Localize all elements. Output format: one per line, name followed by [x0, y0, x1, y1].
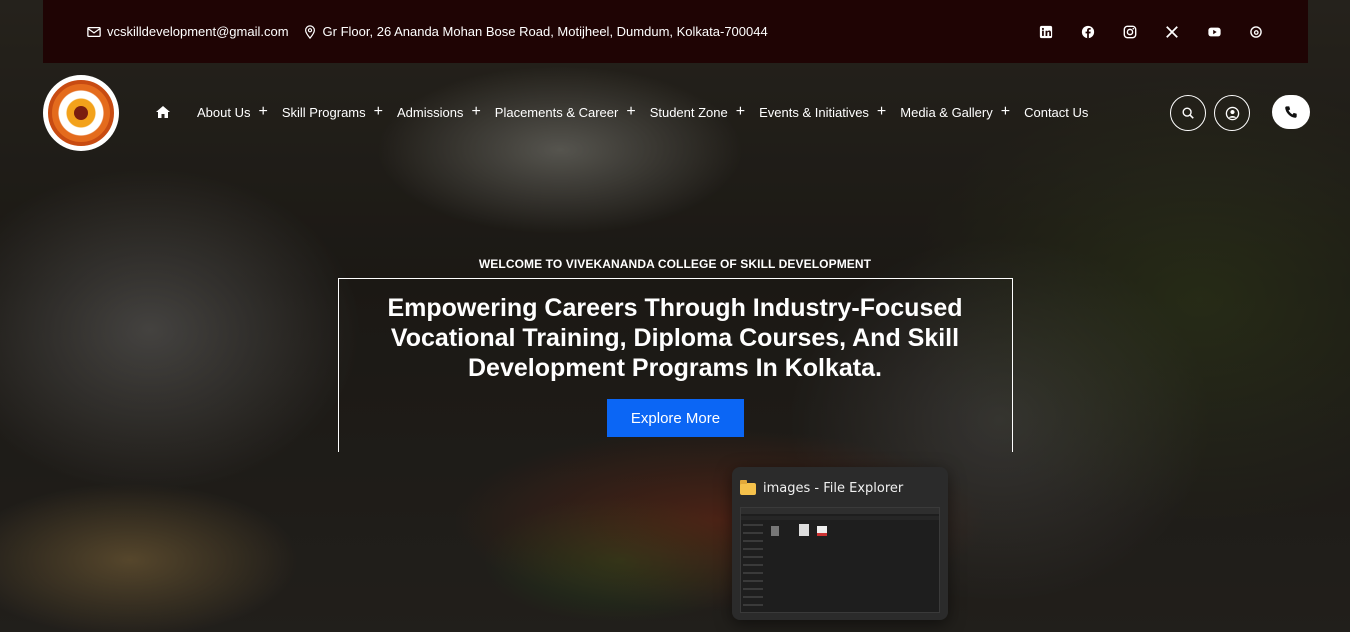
- logo-emblem: [48, 80, 114, 146]
- plus-icon: +: [373, 103, 383, 120]
- facebook-icon[interactable]: [1080, 24, 1096, 40]
- instagram-icon[interactable]: [1122, 24, 1138, 40]
- nav-label: Placements & Career: [494, 104, 619, 120]
- plus-icon: +: [626, 103, 636, 120]
- linkedin-icon[interactable]: [1038, 24, 1054, 40]
- x-icon[interactable]: [1164, 24, 1180, 40]
- home-icon[interactable]: [155, 104, 171, 120]
- explore-more-button[interactable]: Explore More: [607, 399, 744, 437]
- nav-item-student-zone[interactable]: Student Zone +: [650, 104, 745, 120]
- preview-thumbnail[interactable]: [740, 507, 940, 613]
- preview-title: images - File Explorer: [763, 481, 904, 496]
- hero-headline: Empowering Careers Through Industry-Focu…: [387, 294, 963, 382]
- location-pin-icon: [304, 24, 315, 39]
- nav-label: Skill Programs: [281, 104, 366, 120]
- thumbnail-file: [771, 526, 779, 536]
- nav-label: Media & Gallery: [900, 104, 993, 120]
- nav-item-placements-career[interactable]: Placements & Career +: [495, 104, 636, 120]
- nav-item-events-initiatives[interactable]: Events & Initiatives +: [759, 104, 886, 120]
- thumbnail-titlebar: [741, 508, 939, 514]
- thumbnail-sidebar: [743, 524, 763, 608]
- plus-icon: +: [735, 103, 746, 120]
- user-icon: [1225, 106, 1239, 120]
- nav-actions: [1170, 95, 1310, 131]
- plus-icon: +: [258, 103, 268, 120]
- nav-item-contact-us[interactable]: Contact Us: [1024, 105, 1088, 120]
- nav-item-skill-programs[interactable]: Skill Programs +: [282, 104, 383, 120]
- email-text[interactable]: vcskilldevelopment@gmail.com: [107, 24, 289, 39]
- main-navigation: About Us + Skill Programs + Admissions + Pl…: [155, 100, 1102, 124]
- top-info-bar: vcskilldevelopment@gmail.com Gr Floor, 2…: [43, 0, 1308, 63]
- nav-item-about-us[interactable]: About Us +: [197, 104, 268, 120]
- plus-icon: +: [1000, 103, 1011, 120]
- thumbnail-file: [817, 526, 827, 536]
- college-logo[interactable]: [43, 75, 119, 151]
- phone-icon: [1285, 106, 1297, 118]
- nav-label: Events & Initiatives: [759, 104, 869, 120]
- nav-item-media-gallery[interactable]: Media & Gallery +: [900, 104, 1010, 120]
- folder-icon: [740, 479, 756, 495]
- hero-eyebrow: WELCOME TO VIVEKANANDA COLLEGE OF SKILL …: [478, 257, 872, 271]
- address-contact: Gr Floor, 26 Ananda Mohan Bose Road, Mot…: [303, 24, 768, 39]
- call-button[interactable]: [1272, 95, 1310, 129]
- preview-title-bar: images - File Explorer: [740, 479, 904, 496]
- plus-icon: +: [876, 103, 887, 120]
- social-links: [1038, 24, 1264, 40]
- nav-label: About Us: [197, 104, 251, 120]
- thumbnail-file: [799, 524, 809, 536]
- search-button[interactable]: [1170, 95, 1206, 131]
- nav-label: Contact Us: [1024, 104, 1089, 120]
- thumbnail-toolbar: [741, 516, 939, 520]
- file-explorer-preview[interactable]: images - File Explorer: [732, 467, 948, 620]
- nav-item-admissions[interactable]: Admissions +: [397, 104, 481, 120]
- search-icon: [1182, 107, 1194, 119]
- envelope-icon: [87, 26, 101, 37]
- threads-icon[interactable]: [1248, 24, 1264, 40]
- account-button[interactable]: [1214, 95, 1250, 131]
- youtube-icon[interactable]: [1206, 24, 1222, 40]
- email-contact[interactable]: vcskilldevelopment@gmail.com: [87, 24, 289, 39]
- address-text: Gr Floor, 26 Ananda Mohan Bose Road, Mot…: [322, 24, 768, 39]
- plus-icon: +: [471, 103, 481, 120]
- nav-label: Admissions: [396, 104, 464, 120]
- nav-label: Student Zone: [649, 104, 728, 120]
